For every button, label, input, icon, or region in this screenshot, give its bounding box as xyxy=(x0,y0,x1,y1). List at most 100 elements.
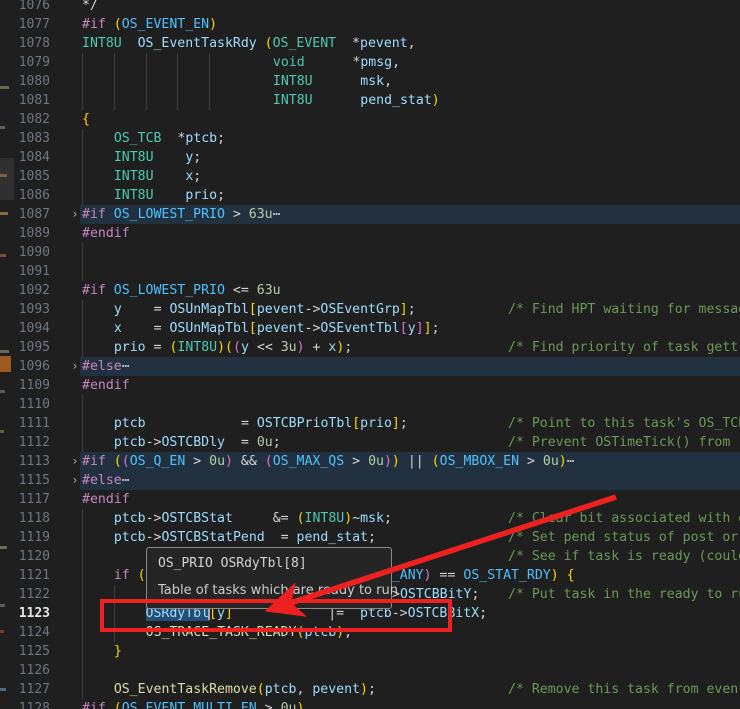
code-line[interactable]: #endif xyxy=(80,224,740,243)
line-number[interactable]: 1112 xyxy=(0,433,50,452)
line-number[interactable]: 1092 xyxy=(0,281,50,300)
code-text: #if OS_LOWEST_PRIO <= 63u xyxy=(82,283,281,298)
code-line[interactable]: } xyxy=(80,642,740,661)
line-number[interactable]: 1111 xyxy=(0,414,50,433)
line-number[interactable]: 1124 xyxy=(0,623,50,642)
line-number[interactable]: 1087 xyxy=(0,205,50,224)
code-line[interactable]: ptcb = OSTCBPrioTbl[prio]; /* Point to th… xyxy=(80,414,740,433)
indent-guide xyxy=(82,661,83,680)
line-number[interactable]: 1091 xyxy=(0,262,50,281)
code-text: ptcb->OSTCBStatPend = pend_stat; xyxy=(113,530,376,545)
code-line[interactable]: x = OSUnMapTbl[pevent->OSEventTbl[y]]; xyxy=(80,319,740,338)
line-number[interactable]: 1122 xyxy=(0,585,50,604)
line-number[interactable]: 1117 xyxy=(0,490,50,509)
code-editor[interactable]: 1076 1077 1078 1079 1080 1081 1082 1083 1084 1085… xyxy=(0,0,740,709)
line-number[interactable]: 1085 xyxy=(0,167,50,186)
line-number[interactable]: 1077 xyxy=(0,15,50,34)
line-number-gutter[interactable]: 1076 1077 1078 1079 1080 1081 1082 1083 1084 1085… xyxy=(14,0,80,709)
code-text: y = OSUnMapTbl[pevent->OSEventGrp]; xyxy=(113,302,416,317)
line-number[interactable]: 1125 xyxy=(0,642,50,661)
code-line[interactable]: { xyxy=(80,110,740,129)
code-line[interactable]: ptcb->OSTCBStat &= (INT8U)~msk; /* Clear … xyxy=(80,509,740,528)
line-number[interactable]: 1118 xyxy=(0,509,50,528)
code-line[interactable]: */ xyxy=(80,0,740,15)
code-comment: /* Set pend status of post or xyxy=(508,530,740,545)
line-number[interactable]: 1081 xyxy=(0,91,50,110)
code-line[interactable] xyxy=(80,661,740,680)
code-text: INT8U OS_EventTaskRdy (OS_EVENT *pevent, xyxy=(82,36,416,51)
code-line[interactable]: INT8U msk, xyxy=(80,72,740,91)
code-text: #if OS_LOWEST_PRIO > 63u⋯ xyxy=(82,207,281,222)
code-line[interactable]: #if (OS_EVENT_EN) xyxy=(80,15,740,34)
line-number[interactable]: 1120 xyxy=(0,547,50,566)
line-number[interactable]: 1113 xyxy=(0,452,50,471)
code-line[interactable] xyxy=(80,243,740,262)
code-text: x = OSUnMapTbl[pevent->OSEventTbl[y]]; xyxy=(113,321,440,336)
code-line[interactable]: ptcb->OSTCBStatPend = pend_stat; /* Set p… xyxy=(80,528,740,547)
line-number[interactable]: 1083 xyxy=(0,129,50,148)
code-line[interactable]: #if (OS_EVENT_MULTI_EN > 0u) xyxy=(80,699,740,709)
line-number[interactable]: 1089 xyxy=(0,224,50,243)
code-text: #endif xyxy=(82,492,130,507)
line-number[interactable]: 1128 xyxy=(0,699,50,709)
code-comment: /* Find HPT waiting for message xyxy=(508,302,740,317)
line-number[interactable]: 1127 xyxy=(0,680,50,699)
line-number[interactable]: 1094 xyxy=(0,319,50,338)
line-number[interactable]: 1121 xyxy=(0,566,50,585)
code-text: ptcb = OSTCBPrioTbl[prio]; xyxy=(113,416,408,431)
code-line[interactable]: #endif xyxy=(80,376,740,395)
line-number[interactable]: 1096 xyxy=(0,357,50,376)
code-comment: /* See if task is ready (could xyxy=(508,549,740,564)
line-number[interactable]: 1076 xyxy=(0,0,50,15)
line-number[interactable]: 1123 xyxy=(0,604,50,623)
code-line[interactable] xyxy=(80,395,740,414)
code-line[interactable]: INT8U y; xyxy=(80,148,740,167)
code-text: #else⋯ xyxy=(82,359,130,374)
indent-guide xyxy=(82,262,83,281)
code-text: #else⋯ xyxy=(82,473,130,488)
code-line[interactable]: INT8U OS_EventTaskRdy (OS_EVENT *pevent, xyxy=(80,34,740,53)
line-number[interactable]: 1126 xyxy=(0,661,50,680)
code-text: #if (OS_EVENT_MULTI_EN > 0u) xyxy=(82,701,305,709)
code-text: #endif xyxy=(82,226,130,241)
code-line[interactable]: #if ((OS_Q_EN > 0u) && (OS_MAX_QS > 0u))… xyxy=(80,452,740,471)
indent-guide xyxy=(82,547,83,566)
code-comment: /* Put task in the ready to ru xyxy=(508,587,740,602)
line-number[interactable]: 1095 xyxy=(0,338,50,357)
line-number[interactable]: 1082 xyxy=(0,110,50,129)
line-number[interactable]: 1093 xyxy=(0,300,50,319)
line-number[interactable]: 1086 xyxy=(0,186,50,205)
line-number[interactable]: 1080 xyxy=(0,72,50,91)
code-line[interactable]: INT8U pend_stat) xyxy=(80,91,740,110)
code-text: OS_TCB *ptcb; xyxy=(113,131,226,146)
code-line[interactable]: ptcb->OSTCBDly = 0u; /* Prevent OSTimeTic… xyxy=(80,433,740,452)
code-text: ptcb->OSTCBDly = 0u; xyxy=(113,435,281,450)
line-number[interactable]: 1084 xyxy=(0,148,50,167)
code-line[interactable]: #if OS_LOWEST_PRIO <= 63u xyxy=(80,281,740,300)
code-line[interactable]: #if OS_LOWEST_PRIO > 63u⋯ xyxy=(80,205,740,224)
line-number[interactable]: 1110 xyxy=(0,395,50,414)
code-text: INT8U msk, xyxy=(272,74,393,89)
code-line[interactable]: INT8U x; xyxy=(80,167,740,186)
line-number[interactable]: 1119 xyxy=(0,528,50,547)
code-line[interactable]: OS_TCB *ptcb; xyxy=(80,129,740,148)
line-number[interactable]: 1090 xyxy=(0,243,50,262)
code-text: ptcb->OSTCBStat &= (INT8U)~msk; xyxy=(113,511,392,526)
code-text: INT8U pend_stat) xyxy=(272,93,440,108)
code-text: } xyxy=(113,644,122,659)
annotation-red-box xyxy=(100,599,452,632)
code-line[interactable]: prio = (INT8U)((y << 3u) + x); /* Find pr… xyxy=(80,338,740,357)
code-line[interactable]: #endif xyxy=(80,490,740,509)
code-line[interactable]: INT8U prio; xyxy=(80,186,740,205)
code-line[interactable]: void *pmsg, xyxy=(80,53,740,72)
code-line[interactable]: #else⋯ xyxy=(80,357,740,376)
code-comment: /* Prevent OSTimeTick() from xyxy=(508,435,739,450)
line-number[interactable]: 1079 xyxy=(0,53,50,72)
line-number[interactable]: 1078 xyxy=(0,34,50,53)
code-line[interactable]: OS_EventTaskRemove(ptcb, pevent); /* Remo… xyxy=(80,680,740,699)
code-line[interactable] xyxy=(80,262,740,281)
code-line[interactable]: y = OSUnMapTbl[pevent->OSEventGrp]; /* Fi… xyxy=(80,300,740,319)
line-number[interactable]: 1115 xyxy=(0,471,50,490)
line-number[interactable]: 1109 xyxy=(0,376,50,395)
code-line[interactable]: #else⋯ xyxy=(80,471,740,490)
